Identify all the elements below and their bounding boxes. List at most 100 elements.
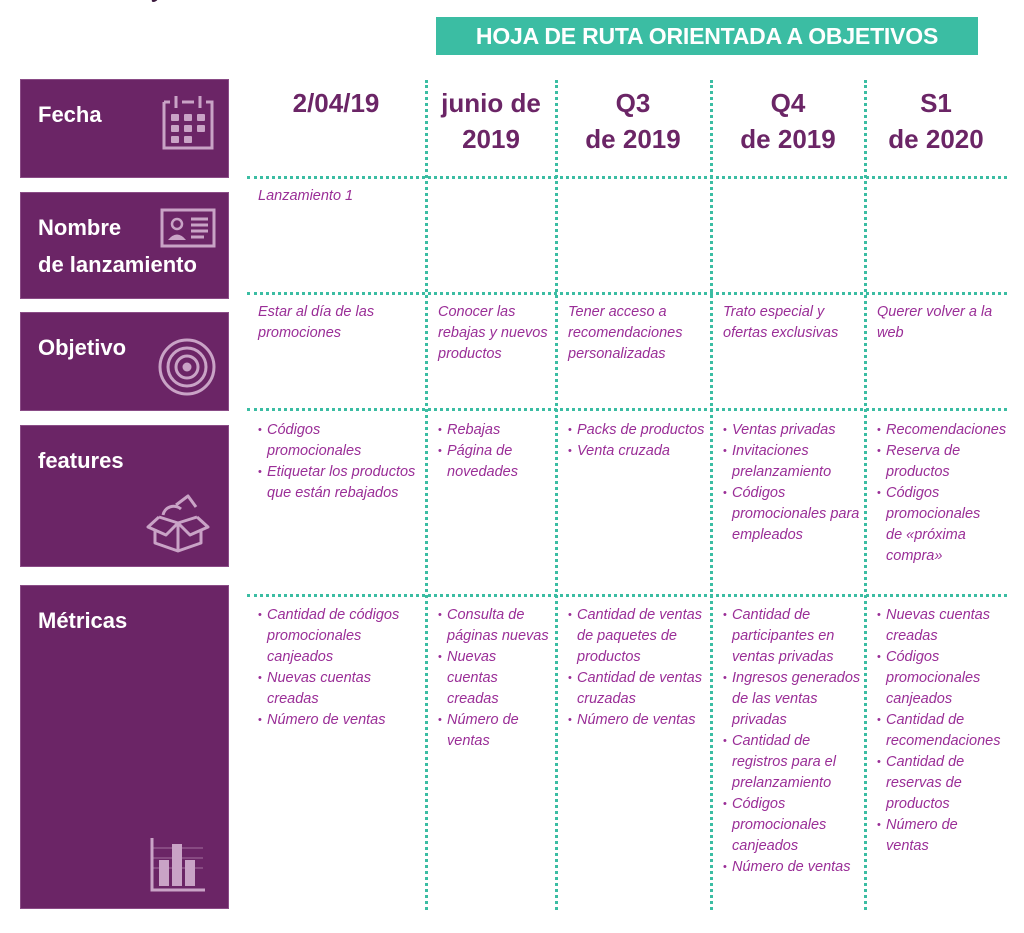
column-header-line2: de 2020 <box>888 124 984 154</box>
target-icon <box>158 338 216 396</box>
column-divider <box>864 80 867 910</box>
row-divider <box>247 176 1007 179</box>
bullet-list: Cantidad de participantes en ventas priv… <box>723 605 861 878</box>
metrics-cell: Cantidad de participantes en ventas priv… <box>723 605 861 878</box>
metrics-cell: Nuevas cuentas creadasCódigos promociona… <box>877 605 1000 857</box>
roadmap-title: HOJA DE RUTA ORIENTADA A OBJETIVOS <box>475 22 939 49</box>
row-label-text: Fecha <box>38 102 102 127</box>
calendar-icon <box>162 96 214 150</box>
objective-cell: Conocer las rebajas y nuevos productos <box>438 302 550 365</box>
features-cell: Códigos promocionalesEtiquetar los produ… <box>258 420 418 504</box>
bullet-list: RebajasPágina de novedades <box>438 420 550 483</box>
bullet-list: Códigos promocionalesEtiquetar los produ… <box>258 420 418 504</box>
list-item: Página de novedades <box>438 441 550 483</box>
list-item: Packs de productos <box>568 420 708 441</box>
list-item: Cantidad de participantes en ventas priv… <box>723 605 861 668</box>
list-item: Recomendaciones <box>877 420 1006 441</box>
features-cell: Packs de productosVenta cruzada <box>568 420 708 462</box>
release-name-cell: Lanzamiento 1 <box>258 186 418 207</box>
list-item: Rebajas <box>438 420 550 441</box>
column-header-line1: 2/04/19 <box>292 88 380 118</box>
column-divider <box>710 80 713 910</box>
row-divider <box>247 292 1007 295</box>
features-cell: Ventas privadasInvitaciones prelanzamien… <box>723 420 863 546</box>
cropped-glyph-fragment <box>151 0 161 2</box>
row-label-nombre-lanzamiento: Nombre de lanzamiento <box>20 192 229 299</box>
row-divider <box>247 594 1007 597</box>
objective-text: Querer volver a la web <box>877 304 993 341</box>
objective-cell: Tener acceso a recomendaciones personali… <box>568 302 708 365</box>
objective-cell: Trato especial y ofertas exclusivas <box>723 302 863 344</box>
row-label-fecha: Fecha <box>20 79 229 178</box>
list-item: Número de ventas <box>438 710 550 752</box>
list-item: Ingresos generados de las ventas privada… <box>723 668 861 731</box>
row-label-text: Objetivo <box>38 335 127 360</box>
list-item: Códigos promocionales <box>258 420 418 462</box>
objective-cell: Estar al día de las promociones <box>258 302 418 344</box>
row-label-objetivo: Objetivo <box>20 312 229 411</box>
list-item: Invitaciones prelanzamiento <box>723 441 863 483</box>
list-item: Nuevas cuentas creadas <box>258 668 418 710</box>
list-item: Etiquetar los productos que están rebaja… <box>258 462 418 504</box>
list-item: Número de ventas <box>723 857 861 878</box>
bullet-list: Nuevas cuentas creadasCódigos promociona… <box>877 605 1000 857</box>
open-box-icon <box>146 494 210 553</box>
column-header-line1: S1 <box>920 88 952 118</box>
row-divider <box>247 408 1007 411</box>
list-item: Cantidad de recomendaciones <box>877 710 1000 752</box>
bullet-list: Ventas privadasInvitaciones prelanzamien… <box>723 420 863 546</box>
objective-text: Tener acceso a recomendaciones personali… <box>568 304 683 362</box>
column-header-4: Q4 de 2019 <box>712 85 864 157</box>
list-item: Número de ventas <box>258 710 418 731</box>
list-item: Códigos promocionales para empleados <box>723 483 863 546</box>
column-header-line1: Q3 <box>615 88 651 118</box>
objective-cell: Querer volver a la web <box>877 302 997 344</box>
list-item: Códigos promocionales canjeados <box>723 794 861 857</box>
bullet-list: Cantidad de ventas de paquetes de produc… <box>568 605 703 731</box>
metrics-cell: Cantidad de ventas de paquetes de produc… <box>568 605 703 731</box>
list-item: Cantidad de ventas de paquetes de produc… <box>568 605 703 668</box>
bullet-list: Consulta de páginas nuevasNuevas cuentas… <box>438 605 550 752</box>
bullet-list: Packs de productosVenta cruzada <box>568 420 708 462</box>
column-header-line2: de 2019 <box>740 124 836 154</box>
column-header-2: junio de 2019 <box>428 85 554 157</box>
objective-text: Trato especial y ofertas exclusivas <box>723 304 839 341</box>
list-item: Cantidad de reservas de productos <box>877 752 997 815</box>
row-label-text-line1: Nombre <box>38 215 122 240</box>
row-label-metricas: Métricas <box>20 585 229 909</box>
metrics-cell: Consulta de páginas nuevasNuevas cuentas… <box>438 605 550 752</box>
list-item: Cantidad de ventas cruzadas <box>568 668 703 710</box>
metrics-cell: Cantidad de códigos promocionales canjea… <box>258 605 418 731</box>
column-header-1: 2/04/19 <box>250 85 422 121</box>
list-item: Nuevas cuentas creadas <box>877 605 997 647</box>
list-item: Número de ventas <box>877 815 997 857</box>
objective-text: Estar al día de las promociones <box>258 304 375 341</box>
column-header-3: Q3 de 2019 <box>557 85 709 157</box>
column-header-line2: de 2019 <box>585 124 681 154</box>
id-card-icon <box>160 208 216 248</box>
objective-text: Conocer las rebajas y nuevos productos <box>438 304 548 362</box>
list-item: Códigos promocionales canjeados <box>877 647 997 710</box>
bullet-list: Cantidad de códigos promocionales canjea… <box>258 605 418 731</box>
list-item: Número de ventas <box>568 710 703 731</box>
column-header-line1: junio de <box>441 88 541 118</box>
column-header-line1: Q4 <box>770 88 806 118</box>
list-item: Ventas privadas <box>723 420 863 441</box>
release-name: Lanzamiento 1 <box>258 188 354 204</box>
column-divider <box>425 80 428 910</box>
list-item: Consulta de páginas nuevas <box>438 605 550 647</box>
column-header-line2: 2019 <box>462 124 520 154</box>
bullet-list: RecomendacionesReserva de productosCódig… <box>877 420 1006 567</box>
row-label-text-line2: de lanzamiento <box>38 252 197 277</box>
features-cell: RebajasPágina de novedades <box>438 420 550 483</box>
row-label-features: features <box>20 425 229 567</box>
row-label-text: Métricas <box>38 608 128 633</box>
bar-chart-icon <box>150 838 205 892</box>
list-item: Cantidad de códigos promocionales canjea… <box>258 605 418 668</box>
list-item: Reserva de productos <box>877 441 997 483</box>
column-divider <box>555 80 558 910</box>
list-item: Cantidad de registros para el prelanzami… <box>723 731 861 794</box>
list-item: Códigos promocionales de «próxima compra… <box>877 483 997 567</box>
features-cell: RecomendacionesReserva de productosCódig… <box>877 420 1006 567</box>
row-label-text: features <box>38 448 124 473</box>
